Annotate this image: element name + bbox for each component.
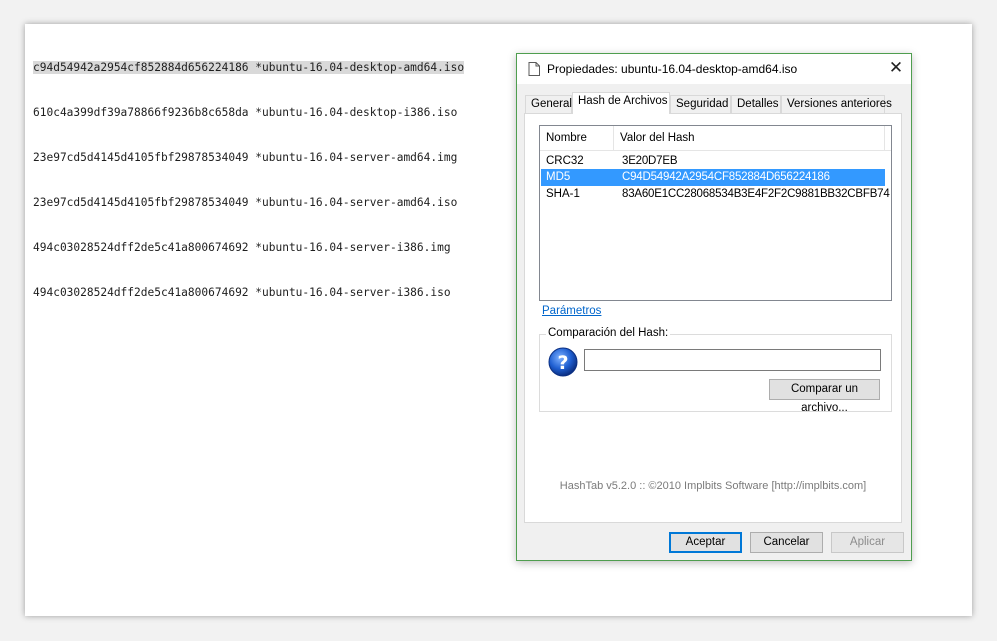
editor-line[interactable]: 23e97cd5d4145d4105fbf29878534049 *ubuntu… [33, 195, 464, 210]
parametros-link[interactable]: Parámetros [542, 305, 601, 317]
close-icon: ✕ [888, 58, 904, 77]
tab-hash-de-archivos[interactable]: Hash de Archivos [572, 92, 670, 114]
hash-value: 3E20D7EB [622, 155, 678, 167]
tab-versiones-anteriores[interactable]: Versiones anteriores [781, 95, 892, 113]
hash-name: CRC32 [546, 155, 584, 167]
column-header-nombre[interactable]: Nombre [540, 126, 614, 150]
dialog-title: Propiedades: ubuntu-16.04-desktop-amd64.… [547, 62, 798, 76]
hash-comparison-group: Comparación del Hash: ? Comparar un arch… [539, 327, 892, 414]
hash-tab-panel: Nombre Valor del Hash CRC32 3E20D7EB MD5… [524, 113, 902, 523]
close-button[interactable]: ✕ [881, 54, 911, 84]
editor-line[interactable]: 610c4a399df39a78866f9236b8c658da *ubuntu… [33, 105, 464, 120]
editor-line[interactable]: c94d54942a2954cf852884d656224186 *ubuntu… [33, 60, 465, 75]
hash-name: SHA-1 [546, 188, 580, 200]
apply-button[interactable]: Aplicar [831, 532, 904, 553]
compare-file-button[interactable]: Comparar un archivo... [769, 379, 880, 414]
file-icon [528, 62, 540, 76]
hash-row-md5[interactable]: MD5 C94D54942A2954CF852884D656224186 [541, 169, 885, 186]
hash-value: C94D54942A2954CF852884D656224186 [622, 171, 830, 183]
tab-detalles[interactable]: Detalles [731, 95, 781, 113]
editor-line[interactable]: 494c03028524dff2de5c41a800674692 *ubuntu… [33, 240, 464, 255]
hash-value: 83A60E1CC28068534B3E4F2F2C9881BB32CBFB74 [622, 188, 890, 200]
cancel-button[interactable]: Cancelar [750, 532, 823, 553]
hash-list[interactable]: Nombre Valor del Hash CRC32 3E20D7EB MD5… [539, 125, 892, 301]
hash-name: MD5 [546, 171, 571, 183]
tab-general[interactable]: General [525, 95, 572, 113]
dialog-titlebar[interactable]: Propiedades: ubuntu-16.04-desktop-amd64.… [517, 54, 911, 84]
tab-strip: General Hash de Archivos Seguridad Detal… [525, 92, 903, 114]
text-editor[interactable]: c94d54942a2954cf852884d656224186 *ubuntu… [33, 30, 465, 330]
tab-seguridad[interactable]: Seguridad [670, 95, 731, 113]
properties-dialog: Propiedades: ubuntu-16.04-desktop-amd64.… [516, 53, 912, 561]
editor-line[interactable]: 23e97cd5d4145d4105fbf29878534049 *ubuntu… [33, 150, 464, 165]
hash-compare-input[interactable] [584, 349, 881, 371]
hashtab-credits: HashTab v5.2.0 :: ©2010 Implbits Softwar… [559, 480, 867, 492]
hash-list-header: Nombre Valor del Hash [540, 126, 891, 151]
ok-button[interactable]: Aceptar [669, 532, 742, 553]
column-header-valor[interactable]: Valor del Hash [614, 126, 885, 150]
hash-row-sha1[interactable]: SHA-1 83A60E1CC28068534B3E4F2F2C9881BB32… [541, 186, 890, 203]
editor-line[interactable]: 494c03028524dff2de5c41a800674692 *ubuntu… [33, 285, 464, 300]
question-icon: ? [548, 347, 578, 377]
hash-comparison-label: Comparación del Hash: [546, 327, 671, 339]
svg-text:?: ? [557, 352, 568, 374]
hash-row-crc32[interactable]: CRC32 3E20D7EB [541, 153, 885, 170]
